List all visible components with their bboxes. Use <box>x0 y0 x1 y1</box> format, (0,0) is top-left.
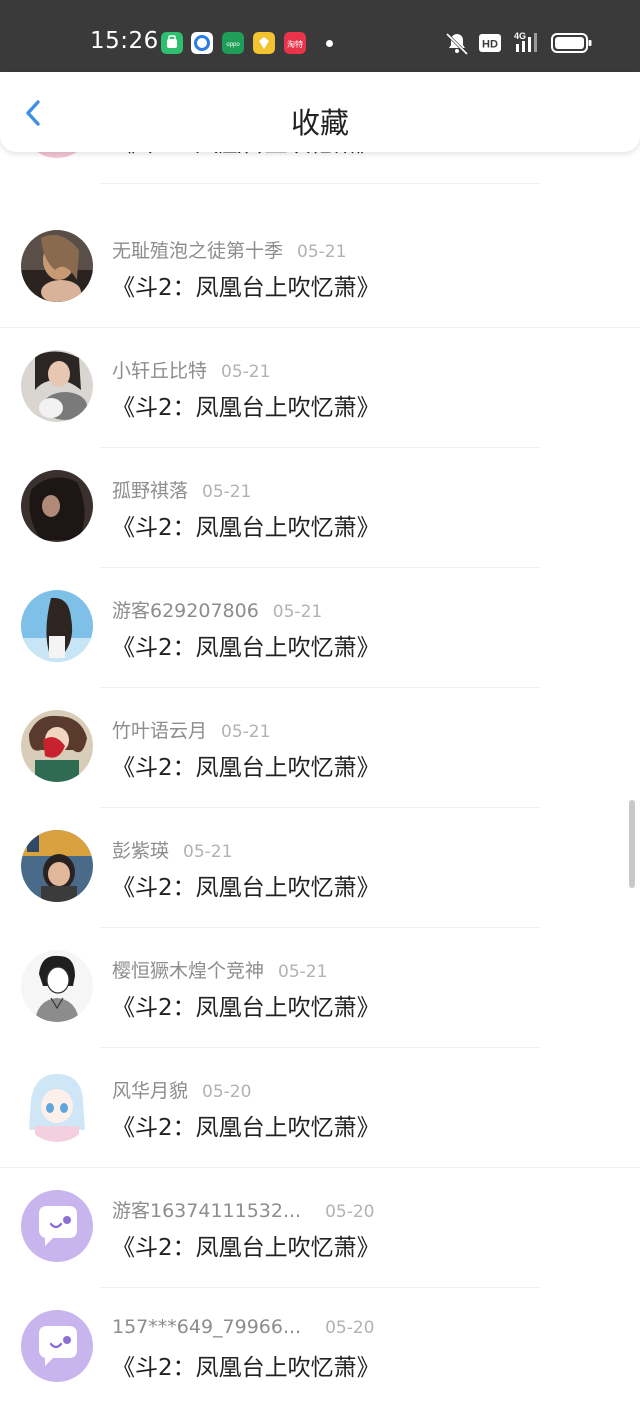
green-app-icon <box>161 32 183 54</box>
signal-4g-icon: 4G <box>514 31 537 52</box>
yellow-app-icon <box>253 32 275 54</box>
status-bar: 15:26 oppo 淘特 HD 4G <box>0 0 640 72</box>
item-meta: 竹叶语云月 05-21 <box>112 716 270 743</box>
username: 樱恒獗木煌个竞神 <box>112 960 265 982</box>
list-item[interactable]: 竹叶语云月 05-21 《斗2：凤凰台上吹忆萧》 <box>0 688 640 808</box>
item-date: 05-21 <box>221 362 271 382</box>
item-date: 05-20 <box>325 1318 375 1338</box>
avatar <box>21 1070 93 1142</box>
status-time: 15:26 <box>90 28 159 54</box>
hd-icon: HD <box>479 34 501 52</box>
item-date: 05-21 <box>202 482 252 502</box>
item-date: 05-20 <box>325 1202 375 1222</box>
item-date: 05-21 <box>221 722 271 742</box>
svg-text:淘特: 淘特 <box>287 39 303 49</box>
list-item[interactable]: 小轩丘比特 05-21 《斗2：凤凰台上吹忆萧》 <box>0 328 640 448</box>
svg-text:HD: HD <box>482 39 498 51</box>
avatar <box>21 230 93 302</box>
list-item[interactable]: 孤野祺落 05-21 《斗2：凤凰台上吹忆萧》 <box>0 448 640 568</box>
item-title: 《斗2：凤凰台上吹忆萧》 <box>112 1115 380 1141</box>
username: 孤野祺落 <box>112 480 189 502</box>
battery-icon <box>551 33 592 53</box>
item-title: 《斗2：凤凰台上吹忆萧》 <box>112 395 380 421</box>
scrollbar[interactable] <box>629 800 635 888</box>
item-meta: 孤野祺落 05-21 <box>112 476 251 503</box>
avatar <box>21 950 93 1022</box>
item-meta: 彭紫瑛 05-21 <box>112 836 232 863</box>
item-date: 05-21 <box>183 842 233 862</box>
avatar <box>21 350 93 422</box>
list-item[interactable]: 游客16374111532... 05-20 《斗2：凤凰台上吹忆萧》 <box>0 1168 640 1288</box>
username: 竹叶语云月 <box>112 720 208 742</box>
item-title: 《斗2：凤凰台上吹忆萧》 <box>112 515 380 541</box>
item-meta: 风华月貌 05-20 <box>112 1076 251 1103</box>
item-meta: 157***649_79966... 05-20 <box>112 1316 375 1338</box>
oppo-app-icon: oppo <box>222 32 244 54</box>
notification-dot <box>326 40 333 47</box>
mute-bell-icon <box>445 32 469 56</box>
item-title: 《斗2：凤凰台上吹忆萧》 <box>112 635 380 661</box>
item-date: 05-21 <box>297 242 347 262</box>
item-title: 《斗2：凤凰台上吹忆萧》 <box>112 1355 380 1381</box>
list-item[interactable]: 彭紫瑛 05-21 《斗2：凤凰台上吹忆萧》 <box>0 808 640 928</box>
svg-text:oppo: oppo <box>226 42 240 48</box>
username: 风华月貌 <box>112 1080 189 1102</box>
svg-text:4G: 4G <box>514 31 526 41</box>
item-title: 《斗2：凤凰台上吹忆萧》 <box>112 1235 380 1261</box>
item-meta: 无耻殖泡之徒第十季 05-21 <box>112 236 346 263</box>
item-meta: 樱恒獗木煌个竞神 05-21 <box>112 956 327 983</box>
item-title: 《斗2：凤凰台上吹忆萧》 <box>112 875 380 901</box>
username: 无耻殖泡之徒第十季 <box>112 240 284 262</box>
item-date: 05-21 <box>278 962 328 982</box>
username: 157***649_79966... <box>112 1316 302 1338</box>
avatar <box>21 470 93 542</box>
avatar <box>21 1310 93 1382</box>
list-item[interactable]: 樱恒獗木煌个竞神 05-21 《斗2：凤凰台上吹忆萧》 <box>0 928 640 1048</box>
list-item[interactable]: 157***649_79966... 05-20 《斗2：凤凰台上吹忆萧》 <box>0 1288 640 1408</box>
item-date: 05-21 <box>272 602 323 622</box>
item-date: 05-20 <box>202 1082 252 1102</box>
list-item[interactable]: 风华月貌 05-20 《斗2：凤凰台上吹忆萧》 <box>0 1048 640 1168</box>
taobao-app-icon: 淘特 <box>284 32 306 54</box>
list-item[interactable]: 无耻殖泡之徒第十季 05-21 《斗2：凤凰台上吹忆萧》 <box>0 208 640 328</box>
blue-circle-app-icon <box>191 32 213 54</box>
username: 小轩丘比特 <box>112 360 208 382</box>
top-nav-bar: 收藏 <box>0 72 640 152</box>
item-meta: 游客16374111532... 05-20 <box>112 1196 375 1223</box>
avatar <box>21 710 93 782</box>
page-title: 收藏 <box>290 106 349 140</box>
favorites-screen: 15:26 oppo 淘特 HD 4G 收藏 无耻殖泡之徒第十季 05-21 《… <box>0 0 640 1422</box>
item-meta: 游客629207806 05-21 <box>112 596 322 623</box>
username: 彭紫瑛 <box>112 840 170 862</box>
avatar <box>21 590 93 662</box>
divider <box>100 183 540 184</box>
item-title: 《斗2：凤凰台上吹忆萧》 <box>112 275 380 301</box>
item-title: 《斗2：凤凰台上吹忆萧》 <box>112 995 380 1021</box>
username: 游客16374111532... <box>112 1200 302 1222</box>
avatar <box>21 830 93 902</box>
avatar <box>21 1190 93 1262</box>
username: 游客629207806 <box>112 600 259 622</box>
item-title: 《斗2：凤凰台上吹忆萧》 <box>112 755 380 781</box>
list-item[interactable]: 游客629207806 05-21 《斗2：凤凰台上吹忆萧》 <box>0 568 640 688</box>
item-meta: 小轩丘比特 05-21 <box>112 356 270 383</box>
